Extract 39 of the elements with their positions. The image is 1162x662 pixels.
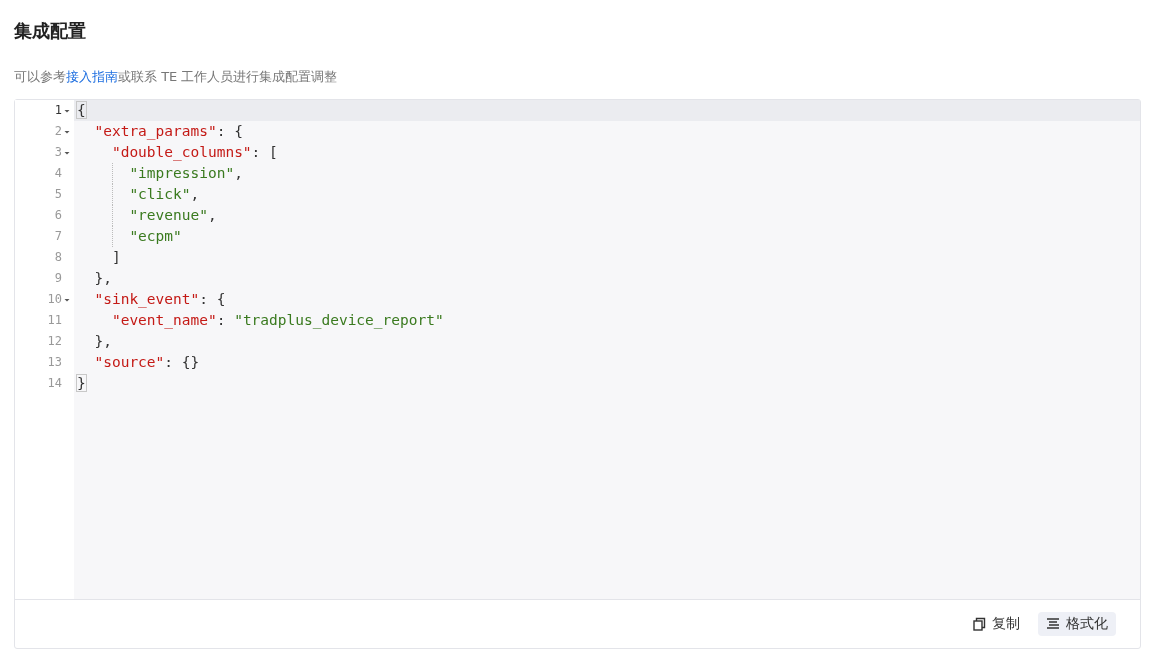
line-number: 2 [54,123,62,140]
description-text: 可以参考接入指南或联系 TE 工作人员进行集成配置调整 [14,68,339,86]
line-number: 12 [47,333,62,350]
fold-caret-icon[interactable] [63,296,71,303]
code-line: "ecpm" [74,226,182,247]
code-line: }, [93,269,112,288]
code-line: } [76,374,86,393]
code-line: "revenue", [74,205,217,226]
line-number: 11 [47,312,62,329]
page-title: 集成配置 [14,19,87,43]
fold-caret-icon[interactable] [63,149,71,156]
line-number: 1 [54,102,62,119]
code-line: }, [93,332,112,351]
code-line: "impression", [74,163,243,184]
line-number: 10 [47,291,62,308]
line-number: 4 [54,165,62,182]
line-number: 7 [54,228,62,245]
code-line: "event_name": "tradplus_device_report" [110,311,444,331]
line-number: 3 [54,144,62,161]
code-line: "click", [74,184,200,205]
code-line: "source": {} [93,353,200,372]
copy-icon [972,617,986,631]
code-line: "sink_event": { [93,290,226,310]
line-number: 14 [47,375,62,392]
copy-button[interactable]: 复制 [964,612,1028,636]
code-line: ] [110,248,121,267]
code-line: "double_columns": [ [110,143,278,163]
code-line: "extra_params": { [93,122,243,142]
line-number: 6 [54,207,62,224]
guide-link[interactable]: 接入指南 [66,69,118,84]
line-number: 13 [47,354,62,371]
fold-caret-icon[interactable] [63,128,71,135]
fold-caret-icon[interactable] [63,107,71,114]
line-number: 8 [54,249,62,266]
line-number: 9 [54,270,62,287]
line-number: 5 [54,186,62,203]
code-line: { [76,101,86,120]
align-left-icon [1046,617,1060,631]
format-button[interactable]: 格式化 [1038,612,1116,636]
